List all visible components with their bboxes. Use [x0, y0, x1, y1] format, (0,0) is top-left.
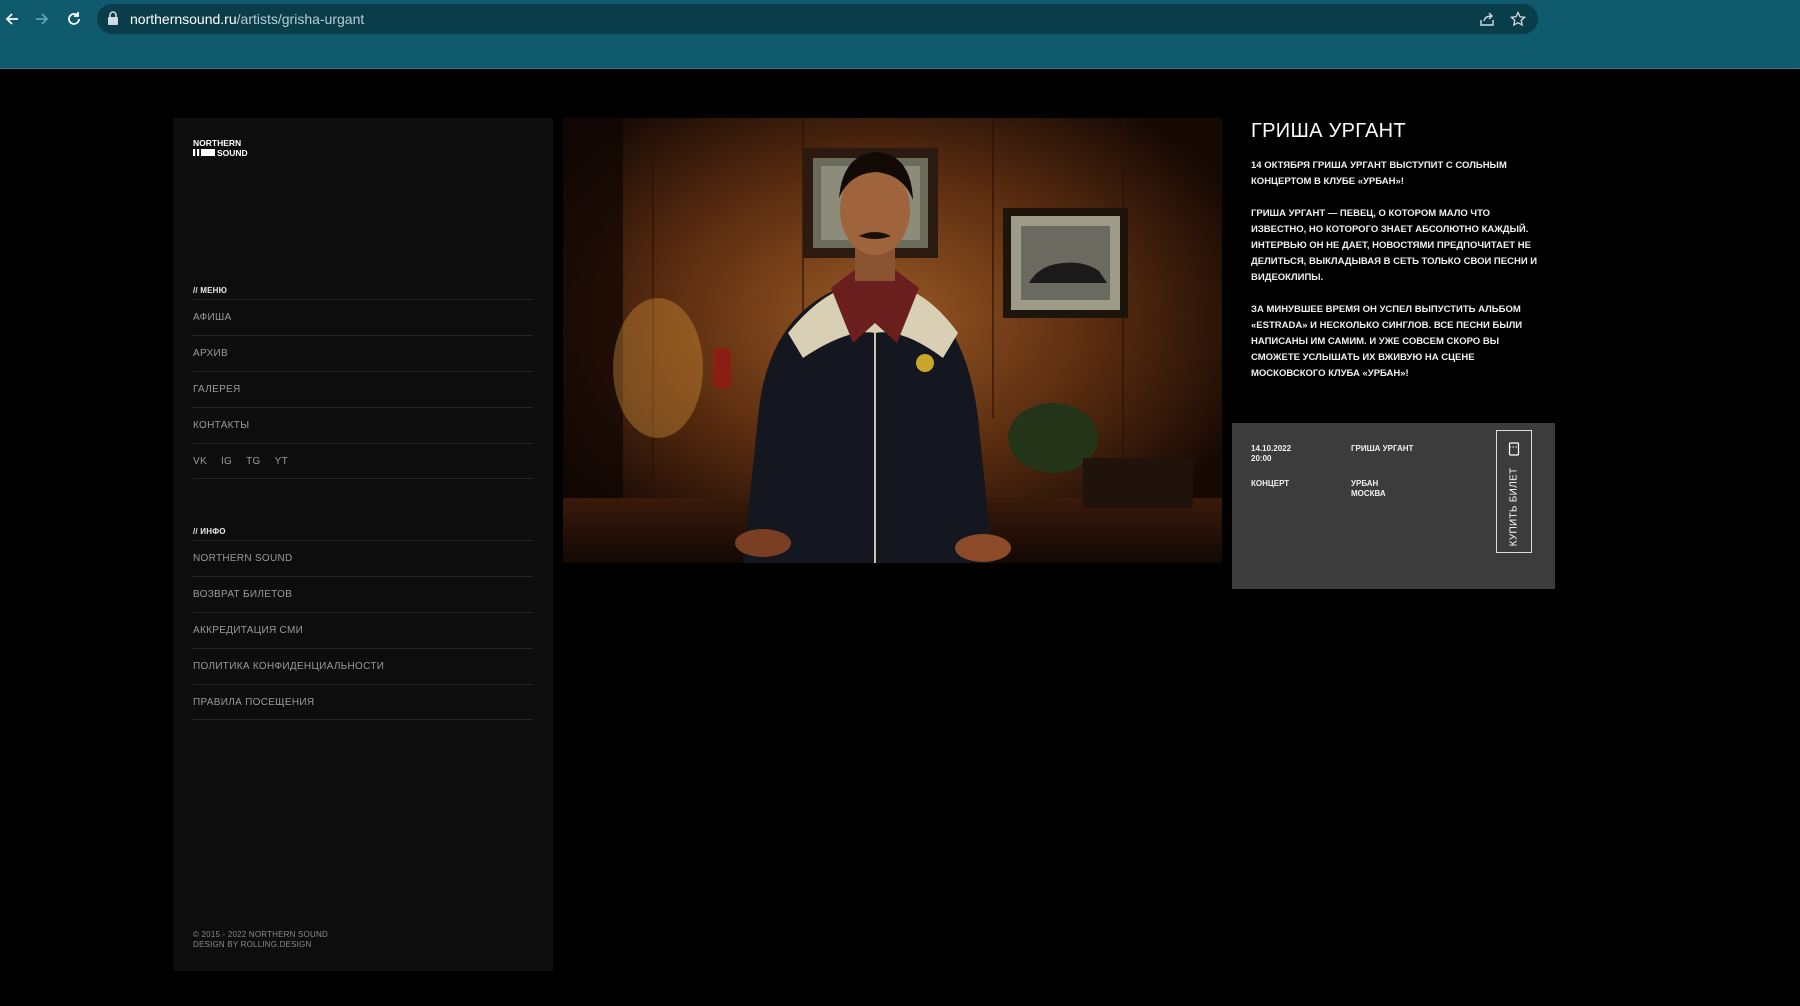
social-link-vk[interactable]: VK	[193, 456, 207, 467]
social-links: VK IG TG YT	[193, 443, 533, 479]
lock-icon[interactable]	[107, 11, 119, 30]
article-paragraph-1: 14 ОКТЯБРЯ ГРИША УРГАНТ ВЫСТУПИТ С СОЛЬН…	[1251, 160, 1507, 187]
menu-item-gallery[interactable]: ГАЛЕРЕЯ	[193, 371, 533, 407]
menu-item-archive[interactable]: АРХИВ	[193, 335, 533, 371]
info-item-northern-sound[interactable]: NORTHERN SOUND	[193, 540, 533, 576]
article-paragraph-3: ЗА МИНУВШЕЕ ВРЕМЯ ОН УСПЕЛ ВЫПУСТИТЬ АЛЬ…	[1251, 304, 1523, 379]
info-item-ticket-refund[interactable]: ВОЗВРАТ БИЛЕТОВ	[193, 576, 533, 612]
info-item-privacy-policy[interactable]: ПОЛИТИКА КОНФИДЕНЦИАЛЬНОСТИ	[193, 648, 533, 684]
buy-ticket-label: КУПИТЬ БИЛЕТ	[1508, 467, 1520, 547]
northern-sound-logo[interactable]: NORTHERN SOUND	[193, 138, 273, 162]
sidebar-footer: © 2015 - 2022 NORTHERN SOUND DESIGN BY R…	[193, 930, 328, 950]
menu-item-afisha[interactable]: АФИША	[193, 299, 533, 335]
social-link-tg[interactable]: TG	[246, 456, 261, 467]
info-item-visit-rules[interactable]: ПРАВИЛА ПОСЕЩЕНИЯ	[193, 684, 533, 720]
reload-icon[interactable]	[62, 7, 86, 31]
artist-title: ГРИША УРГАНТ	[1251, 120, 1406, 142]
logo-line1: NORTHERN	[193, 139, 241, 148]
design-credit-link[interactable]: DESIGN BY ROLLING.DESIGN	[193, 940, 328, 950]
forward-arrow-icon[interactable]	[30, 7, 54, 31]
sidebar: NORTHERN SOUND // МЕНЮ АФИША АРХИВ ГАЛЕР…	[173, 118, 553, 971]
browser-toolbar: northernsound.ru/artists/grisha-urgant	[0, 0, 1800, 69]
article-paragraph-2: ГРИША УРГАНТ — ПЕВЕЦ, О КОТОРОМ МАЛО ЧТО…	[1251, 208, 1538, 283]
menu-section-label: // МЕНЮ	[193, 286, 228, 295]
info-item-media-accreditation[interactable]: АККРЕДИТАЦИЯ СМИ	[193, 612, 533, 648]
main-menu: АФИША АРХИВ ГАЛЕРЕЯ КОНТАКТЫ VK IG TG YT	[193, 299, 533, 479]
address-bar[interactable]: northernsound.ru/artists/grisha-urgant	[97, 4, 1538, 34]
toolbar-divider	[0, 68, 1800, 69]
share-icon[interactable]	[1477, 9, 1497, 29]
artist-photo	[563, 118, 1222, 563]
menu-item-contacts[interactable]: КОНТАКТЫ	[193, 407, 533, 443]
info-section-label: // ИНФО	[193, 527, 226, 536]
event-venue: УРБАН МОСКВА	[1351, 479, 1386, 498]
buy-ticket-button[interactable]: КУПИТЬ БИЛЕТ	[1496, 430, 1532, 553]
copyright-text: © 2015 - 2022 NORTHERN SOUND	[193, 930, 328, 939]
event-date: 14.10.2022 20:00	[1251, 444, 1292, 463]
event-artist: ГРИША УРГАНТ	[1351, 444, 1414, 453]
url-text: northernsound.ru/artists/grisha-urgant	[130, 11, 365, 27]
bookmark-star-icon[interactable]	[1508, 9, 1528, 29]
logo-line2: SOUND	[217, 148, 248, 157]
ticket-icon	[1508, 442, 1520, 461]
info-menu: NORTHERN SOUND ВОЗВРАТ БИЛЕТОВ АККРЕДИТА…	[193, 540, 533, 720]
social-link-ig[interactable]: IG	[221, 456, 232, 467]
event-card: 14.10.2022 20:00 КОНЦЕРТ ГРИША УРГАНТ УРБ…	[1232, 423, 1555, 589]
social-link-yt[interactable]: YT	[275, 456, 288, 467]
event-type: КОНЦЕРТ	[1251, 479, 1290, 488]
back-arrow-icon[interactable]	[0, 7, 24, 31]
